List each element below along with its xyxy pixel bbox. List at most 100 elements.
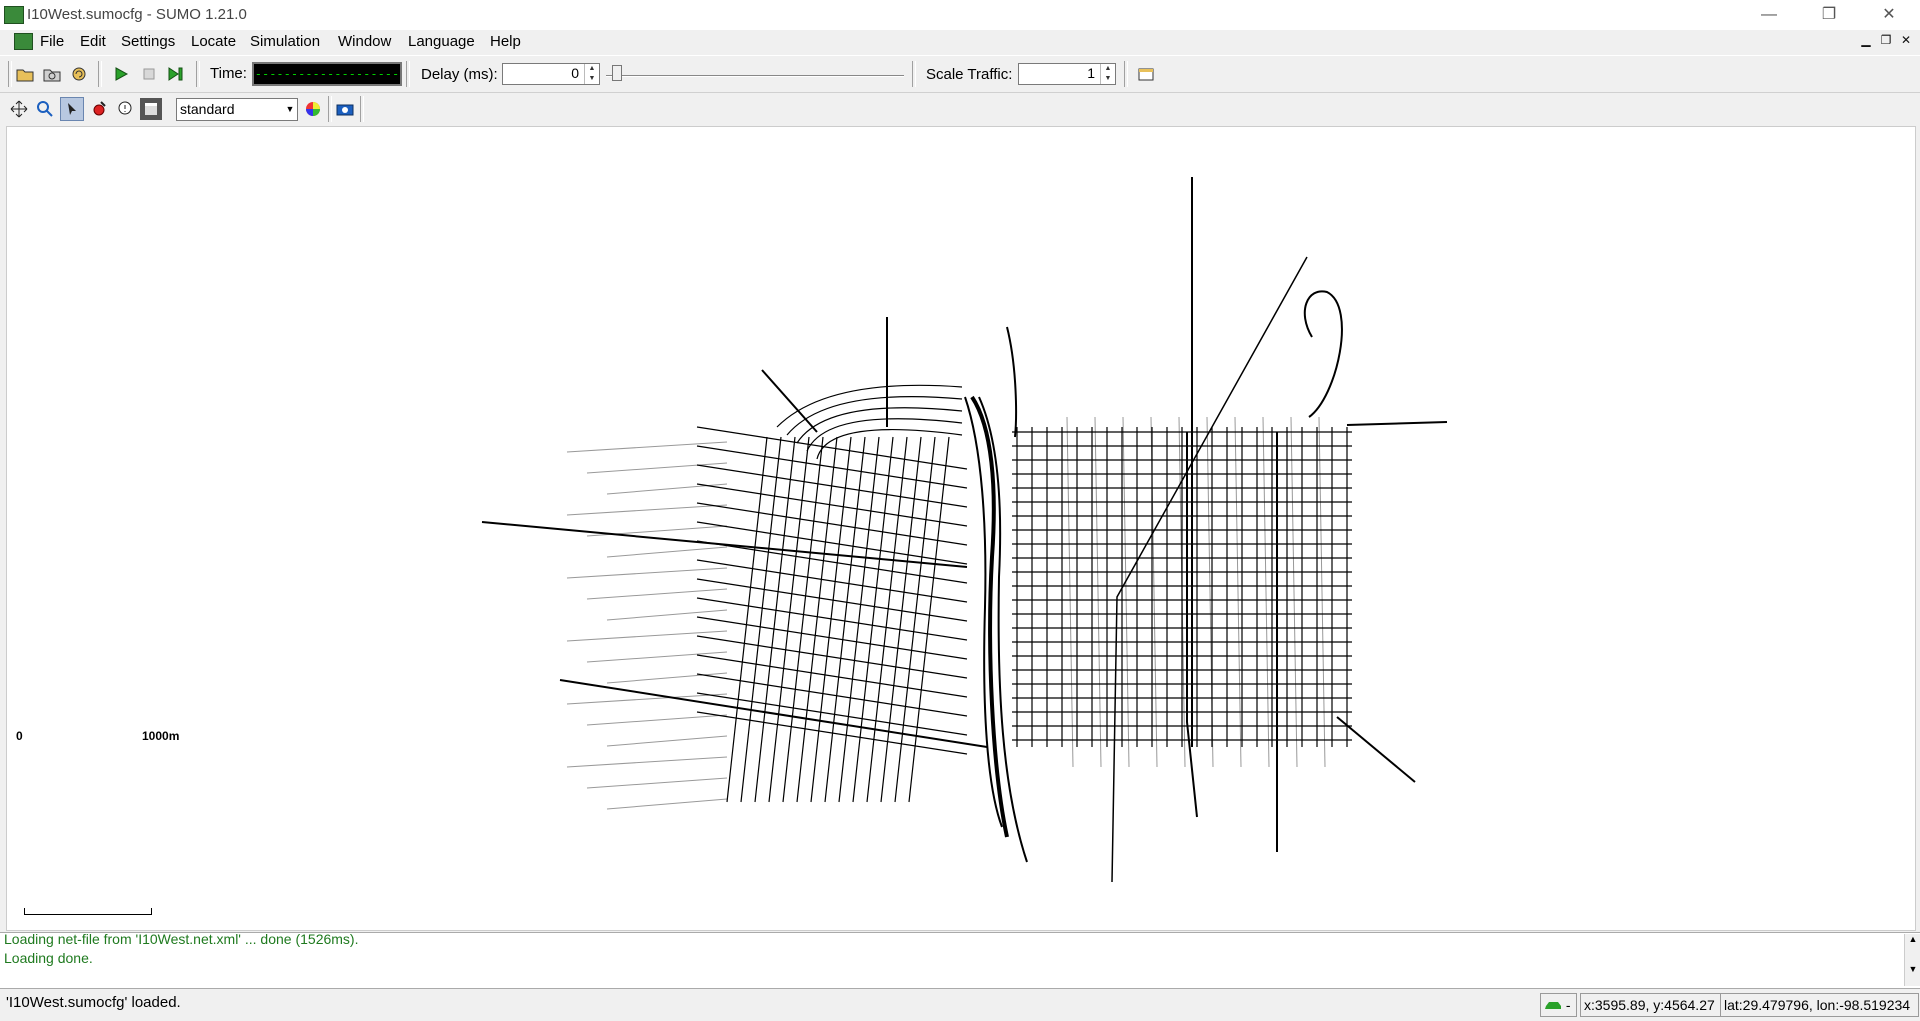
mdi-restore-icon[interactable]: ❐ bbox=[1878, 32, 1894, 48]
menu-bar: File Edit Settings Locate Simulation Win… bbox=[0, 30, 1920, 54]
status-text: 'I10West.sumocfg' loaded. bbox=[6, 994, 181, 1011]
delay-spinner[interactable]: 0 ▲ ▼ bbox=[502, 63, 600, 85]
vehicle-indicator-text: - bbox=[1565, 997, 1571, 1013]
road-segment[interactable] bbox=[696, 521, 968, 565]
road-segment[interactable] bbox=[696, 692, 968, 736]
stop-icon[interactable] bbox=[138, 63, 160, 85]
menu-help[interactable]: Help bbox=[490, 33, 521, 50]
open-network-icon[interactable] bbox=[41, 63, 63, 85]
zoom-icon[interactable] bbox=[34, 98, 56, 120]
camera-icon[interactable] bbox=[334, 98, 356, 120]
scheme-value: standard bbox=[180, 101, 235, 117]
mdi-app-icon bbox=[14, 33, 33, 50]
toolbar-separator bbox=[912, 61, 916, 87]
road-segment[interactable] bbox=[696, 540, 968, 584]
road-segment[interactable] bbox=[696, 426, 968, 470]
road-segment[interactable] bbox=[1262, 416, 1270, 768]
restore-button[interactable]: ❐ bbox=[1800, 0, 1858, 30]
step-icon[interactable] bbox=[165, 63, 187, 85]
scale-traffic-label: Scale Traffic: bbox=[926, 66, 1013, 83]
road-segment[interactable] bbox=[566, 756, 728, 768]
road-segment[interactable] bbox=[1318, 416, 1326, 768]
spinner-arrows-icon[interactable]: ▲ ▼ bbox=[1100, 64, 1115, 84]
menu-window[interactable]: Window bbox=[338, 33, 391, 50]
scale-bar-tick bbox=[151, 908, 152, 914]
road-network[interactable] bbox=[7, 127, 1915, 930]
tooltip-icon[interactable] bbox=[114, 98, 136, 120]
road-segment[interactable] bbox=[1290, 416, 1298, 768]
select-icon[interactable] bbox=[60, 97, 84, 121]
menu-file[interactable]: File bbox=[40, 33, 64, 50]
delay-value: 0 bbox=[571, 65, 579, 81]
close-button[interactable]: ✕ bbox=[1860, 0, 1918, 30]
road-segment[interactable] bbox=[806, 418, 963, 452]
recenter-icon[interactable] bbox=[8, 98, 30, 120]
network-view-canvas[interactable]: 0 1000m bbox=[6, 126, 1916, 931]
road-segment[interactable] bbox=[1122, 416, 1130, 768]
color-wheel-icon[interactable] bbox=[302, 98, 324, 120]
mdi-close-icon[interactable]: ✕ bbox=[1898, 32, 1914, 48]
toolbar-separator bbox=[1124, 61, 1128, 87]
scale-traffic-spinner[interactable]: 1 ▲ ▼ bbox=[1018, 63, 1116, 85]
dropdown-arrow-icon[interactable]: ▼ bbox=[283, 99, 297, 120]
title-bar: I10West.sumocfg - SUMO 1.21.0 — ❐ ✕ bbox=[0, 0, 1920, 30]
window-title: I10West.sumocfg - SUMO 1.21.0 bbox=[27, 6, 247, 23]
road-segment[interactable] bbox=[606, 672, 728, 684]
time-display: -------------------- bbox=[252, 62, 402, 86]
road-segment[interactable] bbox=[586, 777, 728, 789]
road-segment[interactable] bbox=[586, 714, 728, 726]
road-segment[interactable] bbox=[696, 597, 968, 641]
road-segment[interactable] bbox=[1094, 416, 1102, 768]
road-segment[interactable] bbox=[606, 798, 728, 810]
vehicle-indicator[interactable]: - bbox=[1540, 993, 1577, 1017]
view-settings-icon[interactable] bbox=[140, 98, 162, 120]
toolbar-separator bbox=[360, 96, 364, 122]
cursor-coordinates: x:3595.89, y:4564.27 bbox=[1580, 993, 1723, 1017]
road-segment[interactable] bbox=[586, 462, 728, 474]
reload-icon[interactable] bbox=[68, 63, 90, 85]
toolbar-separator bbox=[196, 61, 200, 87]
delay-label: Delay (ms): bbox=[421, 66, 498, 83]
calendar-icon[interactable] bbox=[1135, 63, 1157, 85]
delay-slider-track[interactable] bbox=[606, 75, 904, 77]
sumo-app-icon bbox=[4, 6, 24, 24]
scale-bar-tick bbox=[24, 908, 25, 914]
menu-edit[interactable]: Edit bbox=[80, 33, 106, 50]
message-scrollbar[interactable]: ▲ ▼ bbox=[1904, 934, 1920, 986]
road-segment[interactable] bbox=[696, 559, 968, 603]
folder-open-icon[interactable] bbox=[14, 63, 36, 85]
scale-start-label: 0 bbox=[16, 729, 23, 743]
menu-settings[interactable]: Settings bbox=[121, 33, 175, 50]
toolbar-separator bbox=[98, 61, 102, 87]
view-toolbar: standard ▼ bbox=[0, 92, 1920, 125]
road-segment[interactable] bbox=[566, 630, 728, 642]
road-segment[interactable] bbox=[566, 504, 728, 516]
geo-coordinates: lat:29.479796, lon:-98.519234 bbox=[1720, 993, 1919, 1017]
scale-end-label: 1000m bbox=[142, 729, 180, 743]
menu-simulation[interactable]: Simulation bbox=[250, 33, 320, 50]
time-label: Time: bbox=[210, 65, 247, 82]
road-segment[interactable] bbox=[696, 654, 968, 698]
minimize-button[interactable]: — bbox=[1740, 0, 1798, 30]
menu-locate[interactable]: Locate bbox=[191, 33, 236, 50]
scheme-select[interactable]: standard ▼ bbox=[176, 98, 298, 121]
toolbar-separator bbox=[8, 61, 12, 87]
menu-language[interactable]: Language bbox=[408, 33, 475, 50]
play-icon[interactable] bbox=[110, 63, 132, 85]
status-bar: 'I10West.sumocfg' loaded. - x:3595.89, y… bbox=[0, 988, 1920, 1021]
locate-junction-icon[interactable] bbox=[88, 98, 110, 120]
simulation-toolbar: Time: -------------------- Delay (ms): 0… bbox=[0, 55, 1920, 92]
mdi-minimize-icon[interactable]: ▁ bbox=[1858, 32, 1874, 48]
road-segment[interactable] bbox=[1066, 416, 1074, 768]
road-segment[interactable] bbox=[1234, 416, 1242, 768]
road-segment[interactable] bbox=[606, 546, 728, 558]
scale-traffic-value: 1 bbox=[1087, 65, 1095, 81]
delay-slider-thumb[interactable] bbox=[612, 65, 622, 81]
road-segment[interactable] bbox=[586, 588, 728, 600]
road-segment[interactable] bbox=[816, 429, 963, 460]
scale-bar bbox=[24, 914, 152, 915]
toolbar-separator bbox=[406, 61, 410, 87]
road-segment[interactable] bbox=[566, 567, 728, 579]
spinner-arrows-icon[interactable]: ▲ ▼ bbox=[584, 64, 599, 84]
road-segment[interactable] bbox=[606, 735, 728, 747]
